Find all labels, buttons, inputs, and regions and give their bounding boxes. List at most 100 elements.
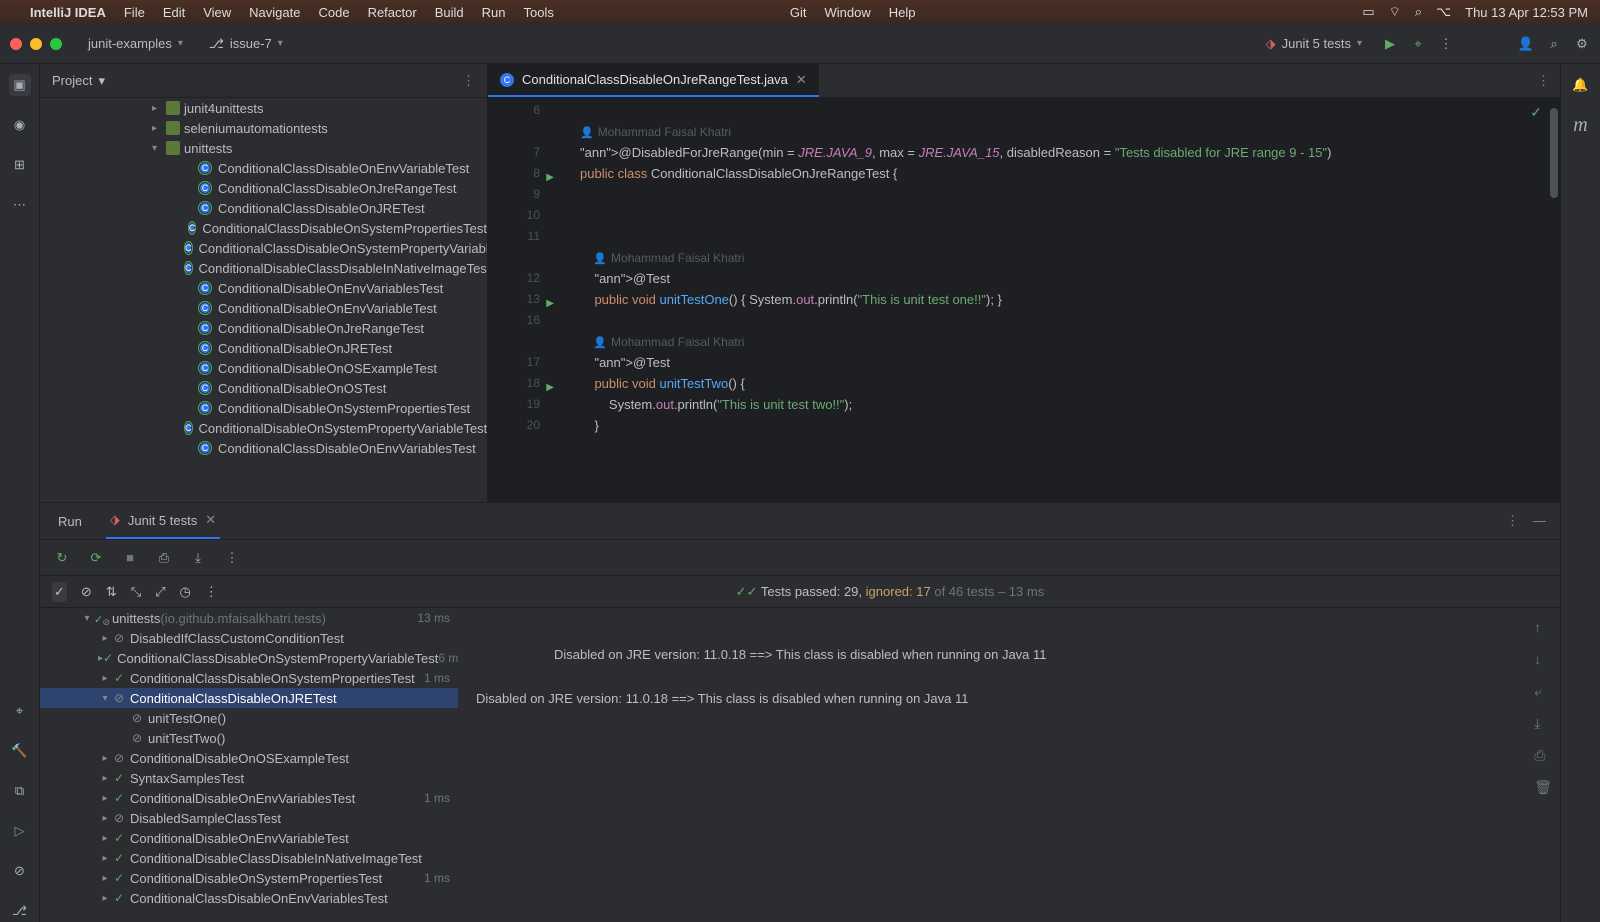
tree-item[interactable]: CConditionalDisableOnJRETest [40, 338, 487, 358]
collapse-icon[interactable]: ⤢ [155, 584, 165, 600]
test-tree-row[interactable]: ⊘unitTestTwo() [40, 728, 458, 748]
test-tree-row[interactable]: ▸✓ConditionalClassDisableOnEnvVariablesT… [40, 888, 458, 908]
menu-tools[interactable]: Tools [523, 5, 553, 20]
test-tree-row[interactable]: ▸✓ConditionalClassDisableOnSystemPropert… [40, 648, 458, 668]
window-minimize-button[interactable] [30, 38, 42, 50]
maven-icon[interactable]: m [1570, 114, 1592, 136]
soft-wrap-icon[interactable]: ⤶ [1534, 680, 1552, 702]
project-tree[interactable]: ▸junit4unittests▸seleniumautomationtests… [40, 98, 488, 458]
test-tree-row[interactable]: ▾⊘ConditionalClassDisableOnJRETest [40, 688, 458, 708]
commit-tool-icon[interactable]: ◉ [9, 114, 31, 136]
editor-tab[interactable]: C ConditionalClassDisableOnJreRangeTest.… [488, 64, 819, 97]
wifi-icon[interactable]: ⌔ [1389, 4, 1401, 20]
project-dropdown[interactable]: junit-examples ▾ [80, 32, 191, 55]
close-tab-icon[interactable]: ✕ [796, 72, 807, 88]
notifications-icon[interactable]: 🔔 [1570, 74, 1592, 96]
expand-icon[interactable]: ⤡ [131, 584, 141, 600]
tree-item[interactable]: CConditionalClassDisableOnSystemProperty… [40, 238, 487, 258]
code-with-me-icon[interactable]: 👤 [1518, 36, 1534, 52]
test-tree-row[interactable]: ▸✓ConditionalDisableClassDisableInNative… [40, 848, 458, 868]
menu-run[interactable]: Run [482, 5, 506, 20]
run-button[interactable]: ▶ [1382, 36, 1398, 52]
scroll-to-end-icon[interactable]: ⤓ [1534, 712, 1552, 734]
tree-item[interactable]: CConditionalClassDisableOnEnvVariablesTe… [40, 438, 487, 458]
scroll-up-icon[interactable]: ↑ [1534, 616, 1552, 638]
menu-git[interactable]: Git [790, 5, 807, 20]
panel-options-icon[interactable]: ⋮ [1506, 513, 1519, 529]
battery-icon[interactable]: ▭ [1362, 4, 1374, 20]
test-tree-row[interactable]: ▸✓ConditionalDisableOnEnvVariableTest [40, 828, 458, 848]
tree-item[interactable]: CConditionalDisableOnOSExampleTest [40, 358, 487, 378]
test-tree-row[interactable]: ▸⊘ConditionalDisableOnOSExampleTest [40, 748, 458, 768]
tree-item[interactable]: CConditionalDisableOnSystemPropertyVaria… [40, 418, 487, 438]
tree-item[interactable]: ▾unittests [40, 138, 487, 158]
tree-item[interactable]: CConditionalDisableOnSystemPropertiesTes… [40, 398, 487, 418]
menu-build[interactable]: Build [435, 5, 464, 20]
test-tree-row[interactable]: ⊘unitTestOne() [40, 708, 458, 728]
search-icon[interactable]: ⌕ [1415, 4, 1422, 20]
tree-item[interactable]: ▸seleniumautomationtests [40, 118, 487, 138]
menu-navigate[interactable]: Navigate [249, 5, 300, 20]
tree-item[interactable]: CConditionalDisableOnOSTest [40, 378, 487, 398]
app-name[interactable]: IntelliJ IDEA [30, 5, 106, 20]
exit-icon[interactable]: ⤓ [188, 548, 208, 568]
menu-edit[interactable]: Edit [163, 5, 185, 20]
menu-refactor[interactable]: Refactor [368, 5, 417, 20]
show-passed-toggle[interactable]: ✓ [52, 582, 67, 602]
test-console[interactable]: Disabled on JRE version: 11.0.18 ==> Thi… [458, 608, 1560, 922]
rerun-failed-icon[interactable]: ⟳ [86, 548, 106, 568]
run-tab-run[interactable]: Run [54, 503, 86, 539]
bookmarks-icon[interactable]: ⌖ [9, 700, 31, 722]
tree-item[interactable]: CConditionalClassDisableOnEnvVariableTes… [40, 158, 487, 178]
tree-item[interactable]: CConditionalDisableOnEnvVariablesTest [40, 278, 487, 298]
editor-tabs-more[interactable]: ⋮ [1527, 73, 1560, 89]
test-tree[interactable]: ▾unittests (io.github.mfaisalkhatri.test… [40, 608, 458, 922]
run-tab-config[interactable]: ⬗ Junit 5 tests ✕ [106, 503, 220, 539]
menu-file[interactable]: File [124, 5, 145, 20]
window-zoom-button[interactable] [50, 38, 62, 50]
menu-view[interactable]: View [203, 5, 231, 20]
dump-icon[interactable]: ⎙ [154, 548, 174, 568]
git-icon[interactable]: ⎇ [9, 900, 31, 922]
show-ignored-toggle[interactable]: ⊘ [81, 584, 92, 600]
test-tree-row[interactable]: ▸✓ConditionalClassDisableOnSystemPropert… [40, 668, 458, 688]
menu-help[interactable]: Help [889, 5, 916, 20]
history-icon[interactable]: ◷ [180, 584, 191, 600]
close-icon[interactable]: ✕ [205, 512, 216, 528]
project-tool-icon[interactable]: ▣ [9, 74, 31, 96]
test-tree-row[interactable]: ▸⊘DisabledIfClassCustomConditionTest [40, 628, 458, 648]
tree-item[interactable]: ▸junit4unittests [40, 98, 487, 118]
stop-icon[interactable]: ■ [120, 548, 140, 568]
panel-minimize-icon[interactable]: — [1533, 513, 1546, 529]
branch-dropdown[interactable]: ⎇ issue-7 ▾ [201, 32, 291, 56]
more-icon[interactable]: ⋮ [205, 584, 218, 600]
window-close-button[interactable] [10, 38, 22, 50]
search-everywhere-icon[interactable]: ⌕ [1546, 36, 1562, 52]
clock[interactable]: Thu 13 Apr 12:53 PM [1465, 5, 1588, 20]
debug-button[interactable]: ⌖ [1410, 36, 1426, 52]
editor-gutter[interactable]: 678▶910111213▶161718▶1920 [488, 98, 550, 502]
structure-tool-icon[interactable]: ⊞ [9, 154, 31, 176]
clear-icon[interactable]: 🗑 [1534, 776, 1552, 798]
tree-item[interactable]: CConditionalClassDisableOnJRETest [40, 198, 487, 218]
editor-scrollbar[interactable] [1548, 98, 1560, 502]
editor-code[interactable]: 👤Mohammad Faisal Khatri"ann">@DisabledFo… [550, 98, 1560, 502]
terminal-icon[interactable]: ⧉ [9, 780, 31, 802]
rerun-icon[interactable]: ↻ [52, 548, 72, 568]
test-tree-row[interactable]: ▸✓ConditionalDisableOnEnvVariablesTest1 … [40, 788, 458, 808]
build-icon[interactable]: 🔨 [9, 740, 31, 762]
more-icon[interactable]: ⋮ [222, 548, 242, 568]
test-tree-row[interactable]: ▸⊘DisabledSampleClassTest [40, 808, 458, 828]
run-config-dropdown[interactable]: ⬗ Junit 5 tests ▾ [1258, 32, 1370, 56]
problems-icon[interactable]: ⊘ [9, 860, 31, 882]
control-center-icon[interactable]: ⌥ [1436, 4, 1451, 20]
scroll-down-icon[interactable]: ↓ [1534, 648, 1552, 670]
tree-item[interactable]: CConditionalDisableClassDisableInNativeI… [40, 258, 487, 278]
tree-item[interactable]: CConditionalDisableOnJreRangeTest [40, 318, 487, 338]
run-icon[interactable]: ▷ [9, 820, 31, 842]
print-icon[interactable]: ⎙ [1534, 744, 1552, 766]
settings-icon[interactable]: ⚙ [1574, 36, 1590, 52]
inspection-status-icon[interactable]: ✓ [1530, 104, 1542, 121]
sort-icon[interactable]: ⇅ [106, 584, 117, 600]
tree-item[interactable]: CConditionalClassDisableOnJreRangeTest [40, 178, 487, 198]
